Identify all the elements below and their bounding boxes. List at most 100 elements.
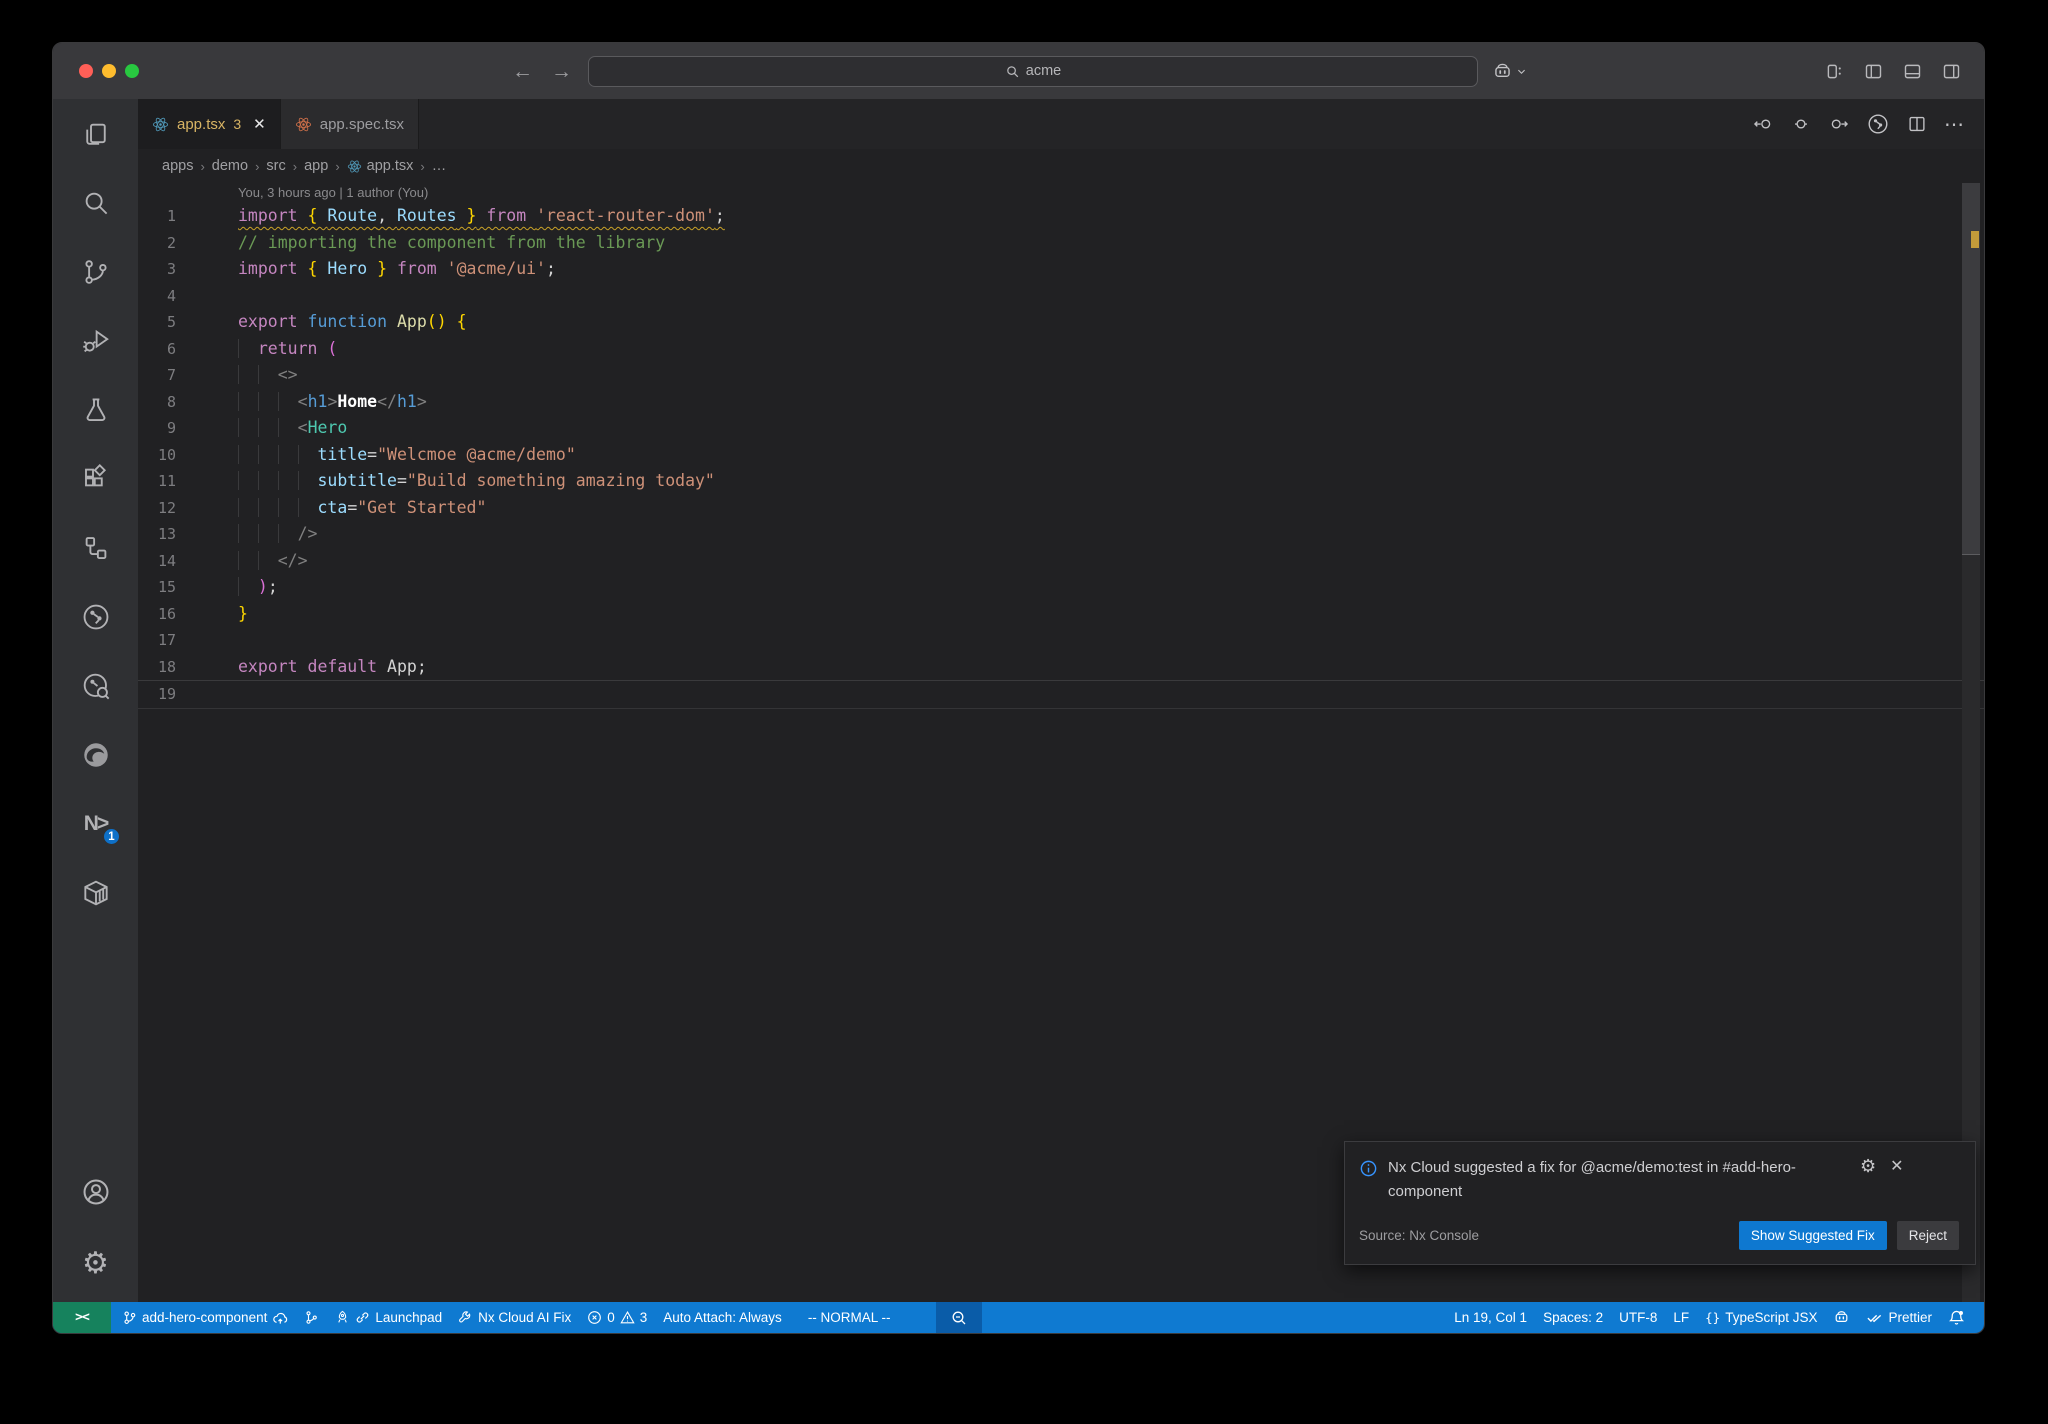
- vim-mode-item[interactable]: -- NORMAL --: [801, 1302, 898, 1333]
- navigate-position-icon[interactable]: [1790, 113, 1812, 135]
- zoom-status-item[interactable]: [935, 1302, 982, 1333]
- encoding-item[interactable]: UTF-8: [1612, 1302, 1664, 1333]
- zoom-window-button[interactable]: [125, 64, 139, 78]
- commit-graph-icon[interactable]: [53, 582, 138, 651]
- command-center-search[interactable]: acme: [588, 55, 1478, 87]
- formatter-item[interactable]: Prettier: [1859, 1302, 1939, 1333]
- history-back-button[interactable]: ←: [510, 61, 535, 82]
- codelens-blame[interactable]: You, 3 hours ago | 1 author (You): [138, 183, 1984, 203]
- breadcrumb-item[interactable]: demo: [212, 158, 248, 174]
- breadcrumb-symbol[interactable]: …: [432, 158, 447, 174]
- editor-scrollbar[interactable]: [1962, 183, 1980, 1302]
- react-test-file-icon: [295, 116, 312, 133]
- nx-cloud-fix-item[interactable]: Nx Cloud AI Fix: [451, 1302, 578, 1333]
- double-check-icon: [1866, 1309, 1883, 1326]
- cloud-upload-icon: [272, 1310, 288, 1326]
- copilot-menu-button[interactable]: [1492, 61, 1527, 82]
- git-graph-icon: [304, 1310, 319, 1325]
- language-mode-item[interactable]: {} TypeScript JSX: [1698, 1302, 1824, 1333]
- bell-icon: [1948, 1309, 1965, 1326]
- history-forward-button[interactable]: →: [549, 61, 574, 82]
- explorer-icon[interactable]: [53, 99, 138, 168]
- code-line-text: <>: [176, 362, 298, 389]
- breadcrumb-file[interactable]: app.tsx: [347, 158, 413, 174]
- code-line[interactable]: 12 cta="Get Started": [138, 495, 1984, 522]
- code-line[interactable]: 16}: [138, 601, 1984, 628]
- code-line[interactable]: 15 );: [138, 574, 1984, 601]
- code-editor[interactable]: You, 3 hours ago | 1 author (You) 1 impor…: [138, 183, 1984, 1302]
- container-icon[interactable]: [53, 858, 138, 927]
- close-window-button[interactable]: [79, 64, 93, 78]
- code-line[interactable]: 18 export default App;: [138, 654, 1984, 681]
- code-line[interactable]: 14 </>: [138, 548, 1984, 575]
- code-line[interactable]: 11 subtitle="Build something amazing tod…: [138, 468, 1984, 495]
- warning-marker: [1971, 231, 1979, 248]
- code-line[interactable]: 1 import { Route, Routes } from 'react-ro…: [138, 203, 1984, 230]
- more-actions-icon[interactable]: ⋯: [1944, 112, 1964, 137]
- code-line-text: <h1>Home</h1>: [176, 389, 427, 416]
- remote-indicator[interactable]: ><: [53, 1302, 111, 1333]
- tab-app-spec-tsx[interactable]: app.spec.tsx: [280, 99, 419, 149]
- git-branch-item[interactable]: add-hero-component: [115, 1302, 295, 1333]
- run-file-icon[interactable]: [1866, 112, 1890, 136]
- code-line[interactable]: 4: [138, 283, 1984, 310]
- problems-item[interactable]: 0 3: [580, 1302, 654, 1333]
- code-line[interactable]: 13 />: [138, 521, 1984, 548]
- vscode-window: ← → acme N> 1 ⚙ app.tsx 3 ✕ app.spec.tsx…: [52, 42, 1985, 1334]
- toggle-primary-sidebar-icon[interactable]: [1863, 61, 1884, 82]
- account-icon[interactable]: [53, 1157, 138, 1226]
- react-file-icon: [152, 116, 169, 133]
- close-tab-icon[interactable]: ✕: [253, 115, 266, 133]
- edge-browser-icon[interactable]: [53, 720, 138, 789]
- code-line[interactable]: 17: [138, 627, 1984, 654]
- notification-message: Nx Cloud suggested a fix for @acme/demo:…: [1388, 1158, 1796, 1201]
- reject-button[interactable]: Reject: [1896, 1221, 1959, 1250]
- code-line-text: cta="Get Started": [176, 495, 486, 522]
- cursor-position-item[interactable]: Ln 19, Col 1: [1447, 1302, 1534, 1333]
- tab-label: app.tsx: [177, 115, 226, 133]
- project-references-icon[interactable]: [53, 513, 138, 582]
- auto-attach-item[interactable]: Auto Attach: Always: [656, 1302, 789, 1333]
- split-editor-icon[interactable]: [1906, 113, 1928, 135]
- breadcrumb-item[interactable]: apps: [162, 158, 193, 174]
- code-line[interactable]: 7 <>: [138, 362, 1984, 389]
- breadcrumb-item[interactable]: app: [304, 158, 328, 174]
- inspect-search-icon[interactable]: [53, 651, 138, 720]
- breadcrumb-separator: ›: [200, 158, 205, 174]
- launchpad-item[interactable]: Launchpad: [328, 1302, 449, 1333]
- code-line-text: }: [238, 603, 248, 623]
- minimize-window-button[interactable]: [102, 64, 116, 78]
- settings-gear-icon[interactable]: ⚙: [53, 1226, 138, 1302]
- git-graph-item[interactable]: [297, 1302, 326, 1333]
- notifications-bell-item[interactable]: [1941, 1302, 1972, 1333]
- code-line[interactable]: 5 export function App() {: [138, 309, 1984, 336]
- notification-settings-icon[interactable]: ⚙: [1860, 1157, 1876, 1175]
- testing-icon[interactable]: [53, 375, 138, 444]
- eol-item[interactable]: LF: [1666, 1302, 1696, 1333]
- show-suggested-fix-button[interactable]: Show Suggested Fix: [1738, 1221, 1887, 1250]
- navigate-forward-icon[interactable]: [1828, 113, 1850, 135]
- toggle-secondary-sidebar-icon[interactable]: [1941, 61, 1962, 82]
- code-line[interactable]: 10 title="Welcmoe @acme/demo": [138, 442, 1984, 469]
- code-line[interactable]: 9 <Hero: [138, 415, 1984, 442]
- code-line[interactable]: 3 import { Hero } from '@acme/ui';: [138, 256, 1984, 283]
- nx-console-icon[interactable]: N> 1: [53, 789, 138, 858]
- toggle-panel-icon[interactable]: [1902, 61, 1923, 82]
- indentation-item[interactable]: Spaces: 2: [1536, 1302, 1610, 1333]
- code-line[interactable]: 8 <h1>Home</h1>: [138, 389, 1984, 416]
- copilot-status-item[interactable]: [1826, 1302, 1857, 1333]
- search-sidebar-icon[interactable]: [53, 168, 138, 237]
- code-line[interactable]: 19: [138, 680, 1984, 709]
- code-line[interactable]: 6 return (: [138, 336, 1984, 363]
- breadcrumb-item[interactable]: src: [266, 158, 285, 174]
- code-line-text: [176, 627, 238, 654]
- notification-close-icon[interactable]: ✕: [1890, 1156, 1903, 1176]
- window-controls: [79, 64, 139, 78]
- customize-layout-icon[interactable]: [1824, 61, 1845, 82]
- code-line[interactable]: 2 // importing the component from the lib…: [138, 230, 1984, 257]
- extensions-icon[interactable]: [53, 444, 138, 513]
- tab-app-tsx[interactable]: app.tsx 3 ✕: [138, 99, 281, 149]
- navigate-back-icon[interactable]: [1752, 113, 1774, 135]
- source-control-icon[interactable]: [53, 237, 138, 306]
- run-debug-icon[interactable]: [53, 306, 138, 375]
